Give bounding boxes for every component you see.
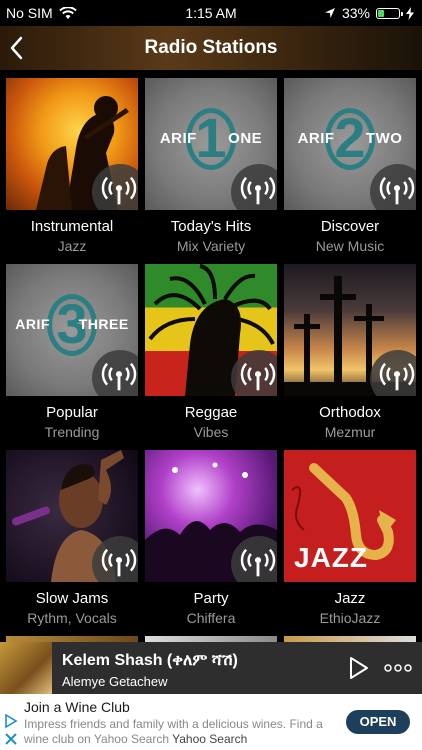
station-artwork xyxy=(145,264,277,396)
broadcast-icon xyxy=(370,164,416,210)
arif-logo-prefix: ARIF xyxy=(15,316,50,332)
page-title: Radio Stations xyxy=(144,37,278,58)
arif-logo-word: TWO xyxy=(365,130,403,147)
station-name: Party xyxy=(193,590,229,607)
station-name: Discover xyxy=(320,218,380,235)
now-playing-artist: Alemye Getachew xyxy=(62,674,168,689)
station-name: Popular xyxy=(46,404,98,421)
jazz-logo-text: JAZZ xyxy=(294,542,368,573)
album-art xyxy=(0,642,52,694)
station-artwork xyxy=(6,450,138,582)
station-artwork: 2 ARIF TWO xyxy=(284,78,416,210)
station-name: Slow Jams xyxy=(35,590,109,607)
station-name: Jazz xyxy=(334,590,366,607)
station-subtitle: New Music xyxy=(315,238,385,254)
arif-logo-prefix: ARIF xyxy=(297,130,335,147)
charging-bolt-icon xyxy=(406,6,414,20)
arif-logo-prefix: ARIF xyxy=(159,130,197,147)
station-artwork xyxy=(6,78,138,210)
battery-level xyxy=(378,9,384,17)
battery-percent: 33% xyxy=(341,5,370,21)
navigation-bar: Radio Stations xyxy=(0,26,422,70)
arif-logo-text: ARIF THREE xyxy=(6,316,138,332)
broadcast-icon xyxy=(92,350,138,396)
ad-title: Join a Wine Club xyxy=(24,699,130,715)
station-name: Instrumental xyxy=(30,218,114,235)
arif-logo-text: ARIF TWO xyxy=(284,130,416,147)
now-playing-title: Kelem Shash (ቀለም ሻሽ) xyxy=(62,652,238,669)
station-name: Reggae xyxy=(184,404,238,421)
station-subtitle: Mezmur xyxy=(324,424,376,440)
station-subtitle: Mix Variety xyxy=(176,238,246,254)
broadcast-icon xyxy=(231,164,277,210)
play-icon[interactable] xyxy=(346,656,370,680)
station-name: Orthodox xyxy=(319,404,381,421)
status-bar: No SIM 1:15 AM 33% xyxy=(0,0,422,26)
station-artwork: JAZZ xyxy=(284,450,416,582)
arif-logo-text: ARIF ONE xyxy=(145,130,277,147)
station-artwork xyxy=(284,264,416,396)
more-options-icon[interactable] xyxy=(384,664,412,672)
ad-choices-icon[interactable] xyxy=(4,714,18,746)
station-subtitle: Vibes xyxy=(193,424,229,440)
ad-banner[interactable]: Join a Wine Club Impress friends and fam… xyxy=(0,694,422,750)
station-subtitle: EthioJazz xyxy=(319,610,381,626)
station-artwork: 1 ARIF ONE xyxy=(145,78,277,210)
station-name: Today's Hits xyxy=(170,218,252,235)
location-arrow-icon xyxy=(324,8,335,18)
arif-logo-word: THREE xyxy=(78,316,129,332)
station-subtitle: Rythm, Vocals xyxy=(27,610,117,626)
now-playing-bar[interactable]: Kelem Shash (ቀለም ሻሽ) Alemye Getachew xyxy=(0,642,422,694)
ad-description: Impress friends and family with a delici… xyxy=(24,717,324,747)
station-artwork: 3 ARIF THREE xyxy=(6,264,138,396)
ad-source: Yahoo Search xyxy=(172,732,248,746)
station-grid: Instrumental Jazz 1 ARIF ONE Today's Hit… xyxy=(0,70,422,642)
station-subtitle: Trending xyxy=(44,424,100,440)
station-artwork xyxy=(145,450,277,582)
station-subtitle: Jazz xyxy=(57,238,87,254)
battery-icon xyxy=(376,7,403,19)
arif-logo-word: ONE xyxy=(228,130,263,147)
station-subtitle: Chiffera xyxy=(186,610,236,626)
ad-open-button[interactable]: OPEN xyxy=(346,710,410,734)
